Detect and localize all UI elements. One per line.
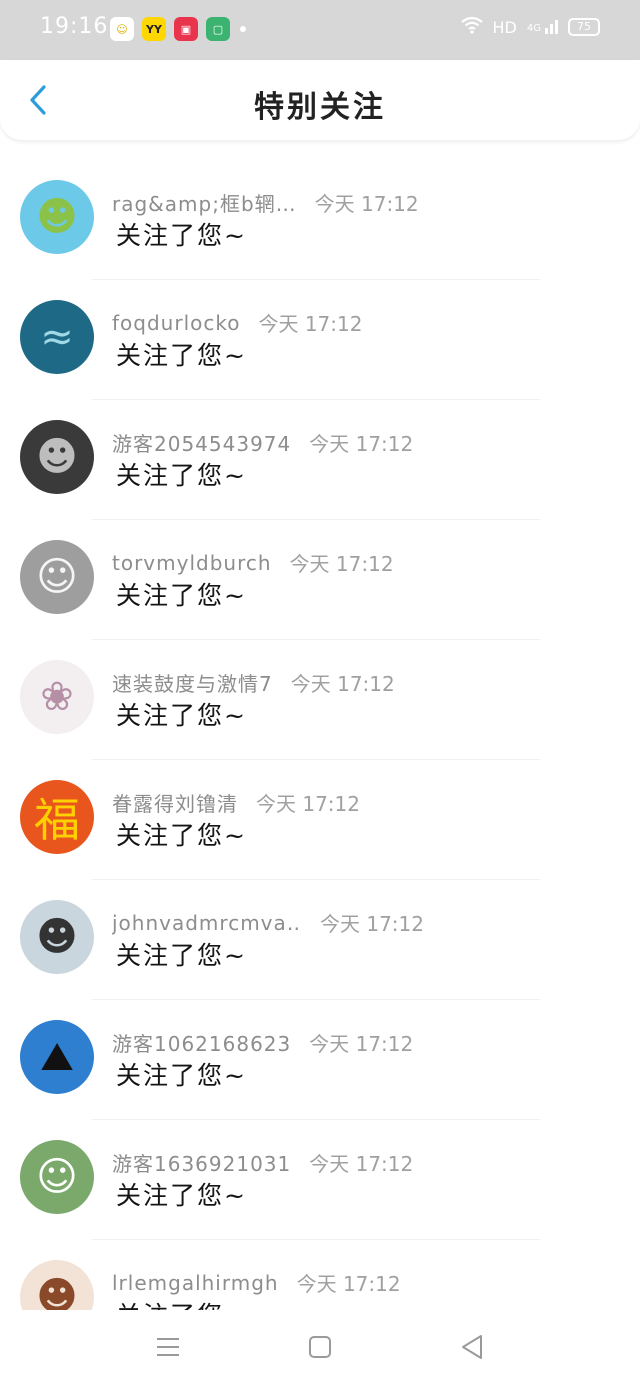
wechat-icon: ▢	[206, 17, 230, 41]
list-item[interactable]: ☺ 游客1636921031 今天 17:12 关注了您~	[0, 1120, 640, 1240]
username[interactable]: 眷露得刘镥清	[112, 788, 238, 817]
triangle-back-icon	[462, 1335, 482, 1359]
home-button[interactable]	[305, 1332, 335, 1362]
username[interactable]: rag&amp;框b辋…	[112, 188, 297, 217]
status-time: 19:16	[40, 14, 109, 39]
message-text: 关注了您~	[116, 341, 247, 370]
item-meta: foqdurlocko 今天 17:12	[112, 308, 362, 337]
cartoon-avatar[interactable]: ☻	[20, 180, 94, 254]
system-nav-bar	[0, 1310, 640, 1387]
wifi-icon	[460, 16, 483, 38]
hd-indicator: HD	[492, 17, 517, 37]
timestamp: 今天 17:12	[258, 312, 363, 336]
network-type: 4G	[526, 23, 541, 34]
message-text: 关注了您~	[116, 1181, 247, 1210]
username[interactable]: 游客2054543974	[112, 428, 291, 457]
photo-avatar[interactable]: ☺	[20, 1140, 94, 1214]
underwater-avatar[interactable]: ≈	[20, 300, 94, 374]
username[interactable]: 速装鼓度与激情7	[112, 668, 273, 697]
timestamp: 今天 17:12	[309, 432, 414, 456]
list-item[interactable]: ❀ 速装鼓度与激情7 今天 17:12 关注了您~	[0, 640, 640, 760]
list-item[interactable]: ⛰ 游客1062168623 今天 17:12 关注了您~	[0, 1000, 640, 1120]
username[interactable]: foqdurlocko	[112, 311, 240, 335]
timestamp: 今天 17:12	[296, 1272, 401, 1296]
message-text: 关注了您~	[116, 1296, 247, 1310]
square-icon	[309, 1336, 331, 1358]
item-meta: lrlemgalhirmgh 今天 17:12	[112, 1268, 401, 1297]
timestamp: 今天 17:12	[309, 1032, 414, 1056]
item-meta: torvmyldburch 今天 17:12	[112, 548, 394, 577]
item-meta: 游客1062168623 今天 17:12	[112, 1028, 413, 1057]
item-meta: rag&amp;框b辋… 今天 17:12	[112, 188, 419, 217]
item-meta: johnvadmrcmva… 今天 17:12	[112, 908, 424, 937]
list-item[interactable]: ☻ 游客2054543974 今天 17:12 关注了您~	[0, 400, 640, 520]
username[interactable]: 游客1636921031	[112, 1148, 291, 1177]
climber-avatar[interactable]: ⛰	[20, 1020, 94, 1094]
illustration-avatar[interactable]: ❀	[20, 660, 94, 734]
video-icon: ▣	[174, 17, 198, 41]
qq-icon: ☺	[110, 17, 134, 41]
username[interactable]: johnvadmrcmva…	[112, 911, 302, 935]
message-text: 关注了您~	[116, 461, 247, 490]
boy-avatar[interactable]: ☻	[20, 900, 94, 974]
status-indicators: HD 4G 75	[460, 16, 600, 38]
timestamp: 今天 17:12	[314, 192, 419, 216]
list-item[interactable]: ☻ lrlemgalhirmgh 今天 17:12 关注了您~	[0, 1240, 640, 1310]
top-bar: 特别关注	[0, 60, 640, 140]
status-bar: 19:16 ☺ YY ▣ ▢ HD 4G 75	[0, 0, 640, 60]
list-item[interactable]: ☺ torvmyldburch 今天 17:12 关注了您~	[0, 520, 640, 640]
more-notifications-dot	[240, 26, 246, 32]
menu-button[interactable]	[153, 1332, 183, 1362]
item-meta: 速装鼓度与激情7 今天 17:12	[112, 668, 395, 697]
message-text: 关注了您~	[116, 581, 247, 610]
message-text: 关注了您~	[116, 221, 247, 250]
yy-icon: YY	[142, 17, 166, 41]
portrait-avatar[interactable]: ☻	[20, 420, 94, 494]
battery-icon: 75	[568, 18, 600, 36]
message-text: 关注了您~	[116, 1061, 247, 1090]
username[interactable]: lrlemgalhirmgh	[112, 1271, 279, 1295]
anime-avatar[interactable]: ☻	[20, 1260, 94, 1310]
list-item[interactable]: 福眷露得刘镥清 今天 17:12 关注了您~	[0, 760, 640, 880]
username[interactable]: torvmyldburch	[112, 551, 272, 575]
item-meta: 游客2054543974 今天 17:12	[112, 428, 413, 457]
message-text: 关注了您~	[116, 821, 247, 850]
timestamp: 今天 17:12	[290, 672, 395, 696]
username[interactable]: 游客1062168623	[112, 1028, 291, 1057]
girl-avatar[interactable]: ☺	[20, 540, 94, 614]
item-meta: 游客1636921031 今天 17:12	[112, 1148, 413, 1177]
back-nav-button[interactable]	[457, 1332, 487, 1362]
page-title: 特别关注	[254, 90, 386, 125]
timestamp: 今天 17:12	[256, 792, 360, 816]
follow-list: ☻ rag&amp;框b辋… 今天 17:12 关注了您~ ≈ foqdurlocko 今天…	[0, 160, 640, 1310]
list-item[interactable]: ≈ foqdurlocko 今天 17:12 关注了您~	[0, 280, 640, 400]
signal-icon: 4G	[527, 20, 558, 34]
message-text: 关注了您~	[116, 941, 247, 970]
list-item[interactable]: ☻ johnvadmrcmva… 今天 17:12 关注了您~	[0, 880, 640, 1000]
timestamp: 今天 17:12	[289, 552, 394, 576]
fu-avatar[interactable]: 福	[20, 780, 94, 854]
status-app-icons: ☺ YY ▣ ▢	[110, 17, 246, 41]
timestamp: 今天 17:12	[309, 1152, 414, 1176]
list-item[interactable]: ☻ rag&amp;框b辋… 今天 17:12 关注了您~	[0, 160, 640, 280]
timestamp: 今天 17:12	[320, 912, 424, 936]
item-meta: 眷露得刘镥清 今天 17:12	[112, 788, 360, 817]
message-text: 关注了您~	[116, 701, 247, 730]
menu-icon	[157, 1338, 179, 1356]
